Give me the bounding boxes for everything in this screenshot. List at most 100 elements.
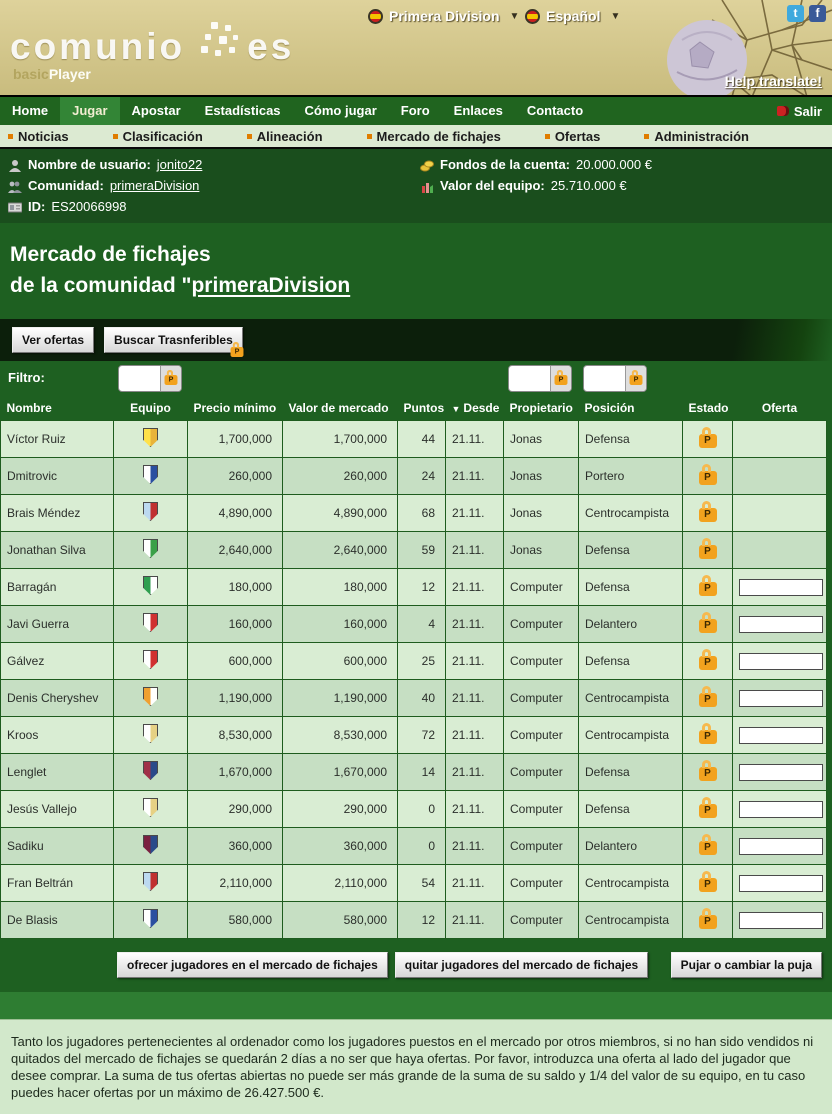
search-transferables-button[interactable]: Buscar Trasnferibles	[104, 327, 243, 353]
position-filter-select[interactable]: P	[583, 365, 647, 392]
offer-input[interactable]	[739, 690, 823, 707]
padlock-icon[interactable]: P	[699, 582, 717, 596]
owner-filter-select[interactable]: P	[508, 365, 572, 392]
subnav-item-ofertas[interactable]: Ofertas	[545, 129, 601, 144]
tagline: basicPlayer	[13, 66, 91, 82]
offer-input[interactable]	[739, 838, 823, 855]
username-link[interactable]: jonito22	[157, 156, 203, 174]
market-value: 580,000	[283, 902, 398, 939]
team-value-icon	[420, 180, 434, 193]
owner: Jonas	[504, 532, 579, 569]
offer-input[interactable]	[739, 727, 823, 744]
player-name[interactable]: Barragán	[1, 569, 114, 606]
nav-item-enlaces[interactable]: Enlaces	[442, 97, 515, 125]
subnav-item-administracion[interactable]: Administración	[644, 129, 749, 144]
player-name[interactable]: Gálvez	[1, 643, 114, 680]
player-name[interactable]: De Blasis	[1, 902, 114, 939]
col-header-valor-mercado: Valor de mercado	[283, 397, 398, 421]
position: Portero	[585, 469, 624, 484]
padlock-icon[interactable]: P	[699, 730, 717, 744]
col-header-estado: Estado	[683, 397, 733, 421]
subnav-item-alineacion[interactable]: Alineación	[247, 129, 323, 144]
offer-input[interactable]	[739, 801, 823, 818]
player-name[interactable]: Fran Beltrán	[1, 865, 114, 902]
padlock-icon[interactable]: P	[699, 619, 717, 633]
chevron-down-icon: ▼	[510, 11, 520, 22]
offer-input[interactable]	[739, 764, 823, 781]
padlock-icon[interactable]: P	[699, 767, 717, 781]
padlock-icon[interactable]: P	[699, 471, 717, 485]
team-crest-icon	[143, 613, 158, 632]
community-link[interactable]: primeraDivision	[110, 177, 200, 195]
id-card-icon	[8, 201, 22, 214]
player-name[interactable]: Jonathan Silva	[1, 532, 114, 569]
col-header-desde[interactable]: ▼Desde	[446, 397, 504, 421]
offer-input[interactable]	[739, 653, 823, 670]
view-offers-button[interactable]: Ver ofertas	[12, 327, 94, 353]
user-info-bar: Nombre de usuario: jonito22 Comunidad: p…	[0, 149, 832, 223]
player-name[interactable]: Brais Méndez	[1, 495, 114, 532]
owner: Jonas	[504, 495, 579, 532]
nav-item-estadisticas[interactable]: Estadísticas	[193, 97, 293, 125]
padlock-icon[interactable]: P	[699, 841, 717, 855]
player-name[interactable]: Denis Cheryshev	[1, 680, 114, 717]
logo-text: comunio	[10, 30, 185, 64]
team-crest-icon	[143, 428, 158, 447]
points: 25	[398, 643, 446, 680]
chevron-down-icon: ▼	[610, 11, 620, 22]
padlock-icon[interactable]: P	[699, 693, 717, 707]
nav-item-como-jugar[interactable]: Cómo jugar	[293, 97, 389, 125]
subnav-item-mercado[interactable]: Mercado de fichajes	[367, 129, 501, 144]
padlock-icon[interactable]: P	[699, 878, 717, 892]
padlock-icon[interactable]: P	[699, 804, 717, 818]
min-price: 1,670,000	[188, 754, 283, 791]
offer-input[interactable]	[739, 875, 823, 892]
col-header-precio-minimo: Precio mínimo	[188, 397, 283, 421]
offer-players-button[interactable]: ofrecer jugadores en el mercado de ficha…	[117, 952, 388, 978]
help-translate-link[interactable]: Help translate!	[725, 73, 822, 89]
nav-item-home[interactable]: Home	[0, 97, 60, 125]
owner: Jonas	[504, 458, 579, 495]
nav-item-foro[interactable]: Foro	[389, 97, 442, 125]
offer-input[interactable]	[739, 579, 823, 596]
team-crest-icon	[143, 872, 158, 891]
padlock-icon[interactable]: P	[699, 545, 717, 559]
team-crest-icon	[143, 465, 158, 484]
offer-input[interactable]	[739, 616, 823, 633]
nav-item-contacto[interactable]: Contacto	[515, 97, 595, 125]
language-dropdown[interactable]: Español ▼	[525, 8, 620, 24]
player-name[interactable]: Víctor Ruiz	[1, 421, 114, 458]
points: 44	[398, 421, 446, 458]
community-title-link[interactable]: primeraDivision	[191, 274, 350, 297]
facebook-icon[interactable]: f	[809, 5, 826, 22]
player-name[interactable]: Jesús Vallejo	[1, 791, 114, 828]
points: 0	[398, 828, 446, 865]
team-filter-select[interactable]: P	[118, 365, 182, 392]
player-name[interactable]: Javi Guerra	[1, 606, 114, 643]
position: Defensa	[585, 543, 630, 558]
player-name[interactable]: Sadiku	[1, 828, 114, 865]
padlock-icon[interactable]: P	[699, 434, 717, 448]
bid-change-button[interactable]: Pujar o cambiar la puja	[671, 952, 822, 978]
league-dropdown[interactable]: Primera Division ▼	[368, 8, 519, 24]
subnav-item-noticias[interactable]: Noticias	[8, 129, 69, 144]
twitter-icon[interactable]: t	[787, 5, 804, 22]
remove-players-button[interactable]: quitar jugadores del mercado de fichajes	[395, 952, 648, 978]
market-value: 1,190,000	[283, 680, 398, 717]
site-header: comunio es basicPlayer Primera Division …	[0, 0, 832, 97]
user-icon	[8, 159, 22, 172]
player-name[interactable]: Lenglet	[1, 754, 114, 791]
owner: Jonas	[504, 421, 579, 458]
nav-item-apostar[interactable]: Apostar	[120, 97, 193, 125]
offer-input[interactable]	[739, 912, 823, 929]
logout-button[interactable]: Salir	[767, 97, 832, 125]
player-name[interactable]: Dmitrovic	[1, 458, 114, 495]
padlock-icon[interactable]: P	[699, 915, 717, 929]
since-date: 21.11.	[446, 569, 504, 606]
subnav-item-clasificacion[interactable]: Clasificación	[113, 129, 203, 144]
points: 24	[398, 458, 446, 495]
player-name[interactable]: Kroos	[1, 717, 114, 754]
padlock-icon[interactable]: P	[699, 656, 717, 670]
padlock-icon[interactable]: P	[699, 508, 717, 522]
nav-item-jugar[interactable]: Jugar	[60, 97, 119, 125]
